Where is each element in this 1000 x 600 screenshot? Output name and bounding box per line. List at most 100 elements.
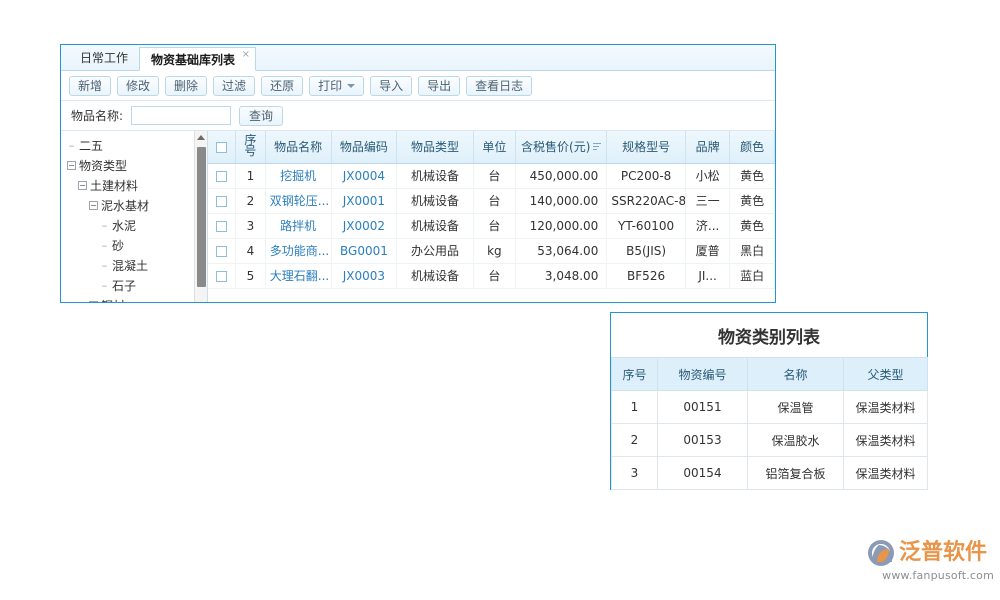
tree-node[interactable]: −钢材 <box>61 295 207 302</box>
row-checkbox[interactable] <box>216 221 227 232</box>
category-table-row[interactable]: 100151保温管保温类材料 <box>612 391 928 424</box>
table-row[interactable]: 3路拌机JX0002机械设备台120,000.00YT-60100济...黄色 <box>208 213 775 238</box>
tree-node-label: 砂 <box>112 237 124 254</box>
import-button[interactable]: 导入 <box>370 76 412 96</box>
cell-name[interactable]: 路拌机 <box>265 213 331 238</box>
tab-close-icon[interactable]: × <box>242 49 250 61</box>
column-header-unit[interactable]: 单位 <box>473 131 515 163</box>
cell-code[interactable]: JX0004 <box>331 163 397 188</box>
cell-code[interactable]: JX0001 <box>331 188 397 213</box>
cell-name[interactable]: 大理石翻... <box>265 263 331 288</box>
cell-unit: 台 <box>473 163 515 188</box>
tree-node[interactable]: −土建材料 <box>61 175 207 195</box>
tree-scrollbar[interactable] <box>194 131 207 302</box>
tab-daily-work[interactable]: 日常工作 <box>69 46 139 70</box>
column-header-spec[interactable]: 规格型号 <box>607 131 686 163</box>
material-library-window: 日常工作 物资基础库列表 × 新增 修改 删除 过滤 还原 打印 导入 导出 查… <box>60 44 776 303</box>
cell-price: 450,000.00 <box>516 163 607 188</box>
column-header-brand[interactable]: 品牌 <box>685 131 730 163</box>
row-select-cell[interactable] <box>208 238 236 263</box>
cell-color: 黑白 <box>730 238 775 263</box>
column-header-type[interactable]: 物品类型 <box>397 131 473 163</box>
category-cell: 1 <box>612 391 658 424</box>
tree-node-label: 混凝土 <box>112 257 148 274</box>
category-column-header: 物资编号 <box>658 358 748 391</box>
row-select-cell[interactable] <box>208 188 236 213</box>
category-header-row: 序号物资编号名称父类型 <box>612 358 928 391</box>
row-select-cell[interactable] <box>208 263 236 288</box>
tree-collapse-icon[interactable]: − <box>67 161 76 170</box>
window-body: –二五−物资类型−土建材料−泥水基材–水泥–砂–混凝土–石子−钢材 序号物品名称… <box>61 131 775 302</box>
row-select-cell[interactable] <box>208 213 236 238</box>
tree-leaf-connector-icon: – <box>100 261 109 270</box>
tree-node[interactable]: –水泥 <box>61 215 207 235</box>
cell-code[interactable]: JX0002 <box>331 213 397 238</box>
column-header-price[interactable]: 含税售价(元) <box>516 131 607 163</box>
select-all-checkbox[interactable] <box>216 142 227 153</box>
table-row[interactable]: 5大理石翻...JX0003机械设备台3,048.00BF526JI...蓝白 <box>208 263 775 288</box>
add-button[interactable]: 新增 <box>69 76 111 96</box>
category-cell: 保温类材料 <box>844 391 928 424</box>
column-header-seq[interactable]: 序号 <box>236 131 266 163</box>
category-cell: 保温类材料 <box>844 424 928 457</box>
edit-button[interactable]: 修改 <box>117 76 159 96</box>
tab-material-library[interactable]: 物资基础库列表 × <box>139 47 256 71</box>
sort-icon[interactable] <box>593 143 601 150</box>
tree-node-label: 二五 <box>79 137 103 154</box>
tree-collapse-icon[interactable]: − <box>89 301 98 303</box>
tree-node[interactable]: –砂 <box>61 235 207 255</box>
search-label: 物品名称: <box>71 107 123 124</box>
category-table-row[interactable]: 200153保温胶水保温类材料 <box>612 424 928 457</box>
row-checkbox[interactable] <box>216 271 227 282</box>
search-bar: 物品名称: 查询 <box>61 101 775 131</box>
export-button[interactable]: 导出 <box>418 76 460 96</box>
cell-price: 120,000.00 <box>516 213 607 238</box>
column-header-label: 物品类型 <box>411 140 459 154</box>
column-header-label: 颜色 <box>740 140 764 154</box>
brand-url: www.fanpusoft.com <box>866 569 994 582</box>
restore-button[interactable]: 还原 <box>261 76 303 96</box>
filter-button[interactable]: 过滤 <box>213 76 255 96</box>
tree-node[interactable]: −物资类型 <box>61 155 207 175</box>
table-row[interactable]: 2双钢轮压...JX0001机械设备台140,000.00SSR220AC-8三… <box>208 188 775 213</box>
delete-button[interactable]: 删除 <box>165 76 207 96</box>
tree-node[interactable]: −泥水基材 <box>61 195 207 215</box>
scrollbar-thumb[interactable] <box>197 147 206 287</box>
column-header-name[interactable]: 物品名称 <box>265 131 331 163</box>
tree-node[interactable]: –石子 <box>61 275 207 295</box>
row-select-cell[interactable] <box>208 163 236 188</box>
tree-node-label: 土建材料 <box>90 177 138 194</box>
export-button-label: 导出 <box>427 77 451 94</box>
filter-button-label: 过滤 <box>222 77 246 94</box>
cell-name[interactable]: 多功能商... <box>265 238 331 263</box>
category-table-row[interactable]: 300154铝箔复合板保温类材料 <box>612 457 928 490</box>
table-row[interactable]: 1挖掘机JX0004机械设备台450,000.00PC200-8小松黄色 <box>208 163 775 188</box>
column-header-label: 品牌 <box>696 140 720 154</box>
column-header-code[interactable]: 物品编码 <box>331 131 397 163</box>
tree-collapse-icon[interactable]: − <box>78 181 87 190</box>
print-button[interactable]: 打印 <box>309 76 364 96</box>
row-checkbox[interactable] <box>216 246 227 257</box>
view-log-button[interactable]: 查看日志 <box>466 76 532 96</box>
cell-code[interactable]: JX0003 <box>331 263 397 288</box>
column-header-color[interactable]: 颜色 <box>730 131 775 163</box>
scroll-up-arrow-icon[interactable] <box>197 135 205 140</box>
search-input[interactable] <box>131 106 231 125</box>
tree-node[interactable]: –二五 <box>61 135 207 155</box>
select-all-header[interactable] <box>208 131 236 163</box>
print-button-label: 打印 <box>318 77 342 94</box>
tree-leaf-connector-icon: – <box>67 141 76 150</box>
cell-seq: 3 <box>236 213 266 238</box>
tree-node[interactable]: –混凝土 <box>61 255 207 275</box>
view-log-button-label: 查看日志 <box>475 77 523 94</box>
cell-name[interactable]: 挖掘机 <box>265 163 331 188</box>
cell-code[interactable]: BG0001 <box>331 238 397 263</box>
query-button[interactable]: 查询 <box>239 106 283 126</box>
row-checkbox[interactable] <box>216 196 227 207</box>
cell-brand: JI... <box>685 263 730 288</box>
tree-collapse-icon[interactable]: − <box>89 201 98 210</box>
category-cell: 保温类材料 <box>844 457 928 490</box>
cell-name[interactable]: 双钢轮压... <box>265 188 331 213</box>
table-row[interactable]: 4多功能商...BG0001办公用品kg53,064.00B5(JIS)厦普黑白 <box>208 238 775 263</box>
row-checkbox[interactable] <box>216 171 227 182</box>
